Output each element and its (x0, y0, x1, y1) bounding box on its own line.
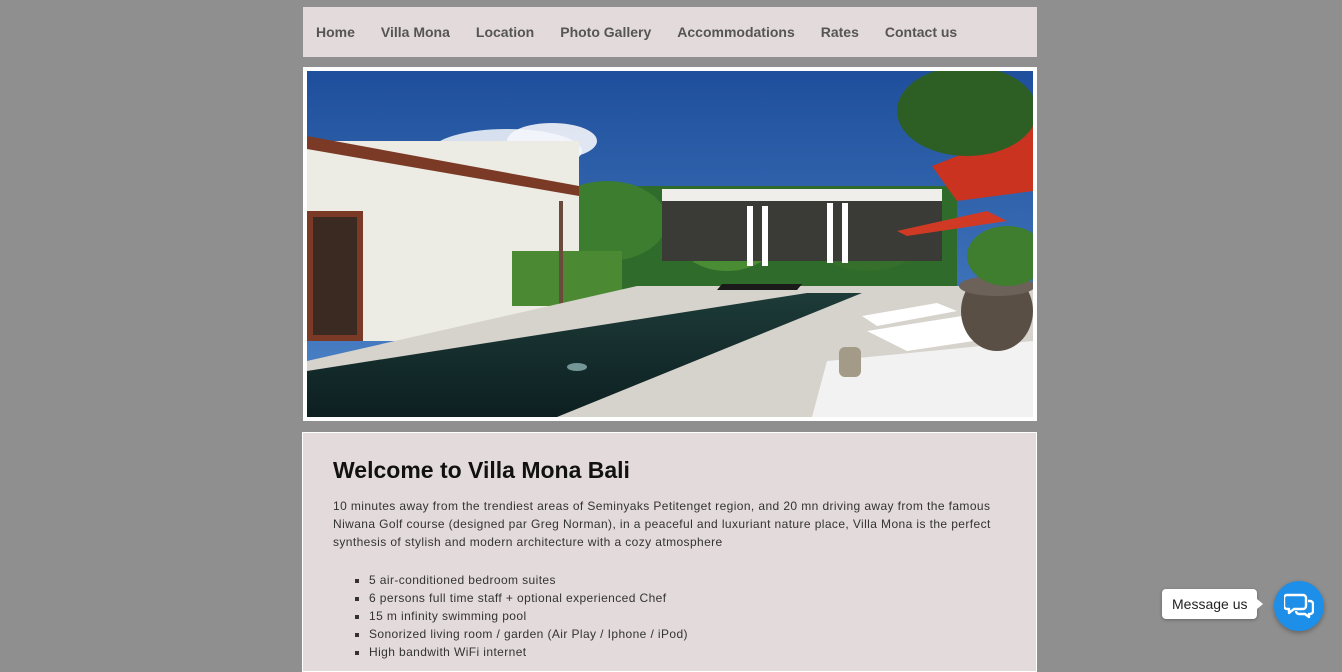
intro-paragraph: 10 minutes away from the trendiest areas… (333, 499, 991, 549)
villa-pool-photo (307, 71, 1033, 417)
hero-image-frame (303, 67, 1037, 421)
nav-item-location[interactable]: Location (476, 24, 534, 40)
nav-item-rates[interactable]: Rates (821, 24, 859, 40)
nav-item-home[interactable]: Home (316, 24, 355, 40)
nav-item-contact-us[interactable]: Contact us (885, 24, 957, 40)
nav-item-villa-mona[interactable]: Villa Mona (381, 24, 450, 40)
chat-bubbles-icon (1284, 593, 1314, 619)
list-item: High bandwith WiFi internet (369, 643, 1006, 661)
welcome-section: Welcome to Villa Mona Bali 10 minutes aw… (302, 432, 1037, 672)
feature-list: 5 air-conditioned bedroom suites 6 perso… (333, 571, 1006, 661)
list-item: Sonorized living room / garden (Air Play… (369, 625, 1006, 643)
list-item: 6 persons full time staff + optional exp… (369, 589, 1006, 607)
top-navigation: Home Villa Mona Location Photo Gallery A… (303, 7, 1037, 57)
list-item: 5 air-conditioned bedroom suites (369, 571, 1006, 589)
list-item: 15 m infinity swimming pool (369, 607, 1006, 625)
message-us-label[interactable]: Message us (1162, 589, 1265, 619)
nav-item-photo-gallery[interactable]: Photo Gallery (560, 24, 651, 40)
nav-item-accommodations[interactable]: Accommodations (677, 24, 794, 40)
chat-button[interactable] (1274, 581, 1324, 631)
page-title: Welcome to Villa Mona Bali (333, 457, 630, 483)
